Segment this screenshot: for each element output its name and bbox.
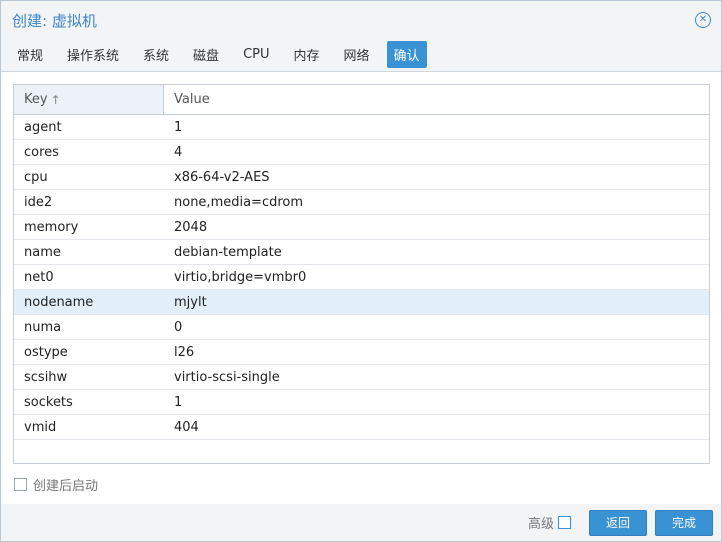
row-key: vmid xyxy=(24,419,57,435)
tab-confirm[interactable]: 确认 xyxy=(386,40,427,68)
wizard-tabs: 常规 操作系统 系统 磁盘 CPU 内存 网络 确认 xyxy=(1,39,721,69)
row-value: virtio,bridge=vmbr0 xyxy=(174,269,307,285)
row-key: agent xyxy=(24,119,62,135)
row-key: memory xyxy=(24,219,79,235)
table-row[interactable]: net0 virtio,bridge=vmbr0 xyxy=(14,265,709,290)
tab-disks[interactable]: 磁盘 xyxy=(186,41,226,68)
row-value: 0 xyxy=(174,319,183,335)
advanced-checkbox[interactable] xyxy=(557,516,571,529)
table-row[interactable]: scsihw virtio-scsi-single xyxy=(14,365,709,390)
back-button[interactable]: 返回 xyxy=(588,509,647,536)
table-row[interactable]: name debian-template xyxy=(14,240,709,265)
table-row[interactable]: sockets 1 xyxy=(14,390,709,415)
row-value: x86-64-v2-AES xyxy=(174,169,270,185)
grid-body: agent 1 cores 4 cpu x86-64-v2-AES ide2 n… xyxy=(14,115,709,440)
row-key: cpu xyxy=(24,169,48,185)
row-key: nodename xyxy=(24,294,94,310)
row-key: ostype xyxy=(24,344,68,360)
row-key: name xyxy=(24,244,61,260)
tab-general[interactable]: 常规 xyxy=(10,41,50,68)
advanced-label: 高级 xyxy=(527,517,554,532)
sort-ascending-icon: ↑ xyxy=(50,92,61,107)
column-header-value-label: Value xyxy=(174,92,210,107)
table-row[interactable]: agent 1 xyxy=(14,115,709,140)
row-value: 1 xyxy=(174,119,183,135)
row-value: none,media=cdrom xyxy=(174,194,304,210)
row-key: net0 xyxy=(24,269,54,285)
start-after-create-option[interactable]: 创建后启动 xyxy=(14,475,98,494)
grid-header: Key ↑ Value xyxy=(14,85,709,115)
column-header-key[interactable]: Key ↑ xyxy=(14,85,164,114)
row-value: mjylt xyxy=(174,294,207,310)
row-key: ide2 xyxy=(24,194,53,210)
start-after-create-checkbox[interactable] xyxy=(14,478,27,491)
row-value: l26 xyxy=(174,344,195,360)
table-row[interactable]: cores 4 xyxy=(14,140,709,165)
column-header-key-label: Key xyxy=(24,92,48,107)
table-row[interactable]: ide2 none,media=cdrom xyxy=(14,190,709,215)
tab-system[interactable]: 系统 xyxy=(136,41,176,68)
row-key: cores xyxy=(24,144,59,160)
row-key: numa xyxy=(24,319,62,335)
config-grid: Key ↑ Value agent 1 cores 4 cpu x86-64-v… xyxy=(13,84,710,464)
tab-cpu[interactable]: CPU xyxy=(236,43,276,66)
row-value: debian-template xyxy=(174,244,282,260)
close-icon[interactable]: ✕ xyxy=(695,12,711,28)
table-row-selected[interactable]: nodename mjylt xyxy=(14,290,709,315)
tab-memory[interactable]: 内存 xyxy=(287,41,327,68)
table-row[interactable]: numa 0 xyxy=(14,315,709,340)
row-value: virtio-scsi-single xyxy=(174,369,280,385)
row-key: scsihw xyxy=(24,369,68,385)
row-value: 404 xyxy=(174,419,199,435)
table-row[interactable]: ostype l26 xyxy=(14,340,709,365)
table-row[interactable]: cpu x86-64-v2-AES xyxy=(14,165,709,190)
dialog-title: 创建: 虚拟机 xyxy=(12,11,97,30)
row-key: sockets xyxy=(24,394,73,410)
tab-os[interactable]: 操作系统 xyxy=(60,41,126,68)
confirm-panel: Key ↑ Value agent 1 cores 4 cpu x86-64-v… xyxy=(1,71,721,504)
dialog-footer: 高级 返回 完成 xyxy=(1,504,721,541)
table-row[interactable]: vmid 404 xyxy=(14,415,709,440)
row-value: 1 xyxy=(174,394,183,410)
start-after-create-label: 创建后启动 xyxy=(33,479,99,494)
column-header-value[interactable]: Value xyxy=(164,85,709,114)
table-row[interactable]: memory 2048 xyxy=(14,215,709,240)
finish-button[interactable]: 完成 xyxy=(654,509,713,536)
tab-network[interactable]: 网络 xyxy=(337,41,377,68)
create-vm-dialog: 创建: 虚拟机 ✕ 常规 操作系统 系统 磁盘 CPU 内存 网络 确认 Key… xyxy=(0,0,722,542)
row-value: 2048 xyxy=(174,219,208,235)
dialog-titlebar: 创建: 虚拟机 xyxy=(1,1,721,39)
row-value: 4 xyxy=(174,144,183,160)
